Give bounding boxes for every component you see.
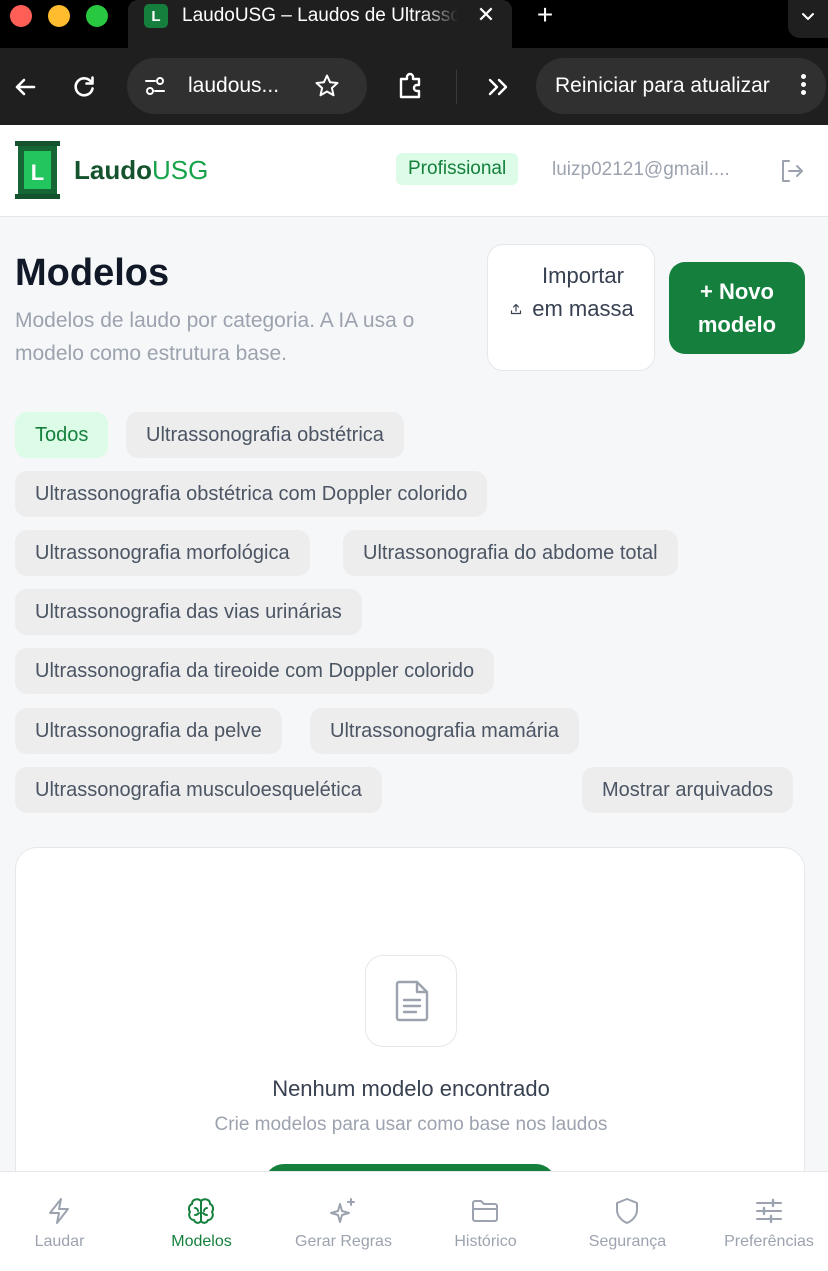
filter-chip-morfologica[interactable]: Ultrassonografia morfológica <box>15 530 310 576</box>
chevron-double-right-icon[interactable] <box>484 72 514 102</box>
nav-item-seguranca[interactable]: Segurança <box>568 1172 687 1271</box>
logout-icon[interactable] <box>778 157 806 185</box>
show-archived-toggle[interactable]: Mostrar arquivados <box>582 767 794 813</box>
document-icon <box>395 980 429 1022</box>
page-subtitle: Modelos de laudo por categoria. A IA usa… <box>15 309 415 365</box>
browser-tab-strip: L LaudoUSG – Laudos de Ultrassonografia … <box>0 0 828 48</box>
logo-wordmark[interactable]: LaudoUSG <box>74 155 208 185</box>
nav-label-historico: Histórico <box>454 1233 517 1250</box>
bookmark-star-icon[interactable] <box>314 73 340 99</box>
nav-item-historico[interactable]: Histórico <box>426 1172 545 1271</box>
filter-chip-obstetrica[interactable]: Ultrassonografia obstétrica <box>126 412 404 458</box>
browser-menu-icon[interactable] <box>799 74 807 98</box>
tab-close-icon[interactable]: ✕ <box>474 3 498 27</box>
logo-part1: Laudo <box>74 155 152 185</box>
toolbar-divider <box>456 70 457 104</box>
plan-badge: Profissional <box>396 153 519 185</box>
upload-icon <box>510 303 522 315</box>
browser-toolbar: laudous... Reiniciar para atualizar <box>0 48 828 125</box>
tab-title: LaudoUSG – Laudos de Ultrassonografia <box>182 4 458 28</box>
nav-item-laudar[interactable]: Laudar <box>0 1172 119 1271</box>
new-tab-button[interactable]: + <box>532 1 558 29</box>
nav-label-modelos: Modelos <box>171 1233 232 1250</box>
app-header: L LaudoUSG Profissional luizp02121@gmail… <box>0 125 828 217</box>
address-bar[interactable]: laudous... <box>127 58 367 114</box>
user-email: luizp02121@gmail.... <box>552 159 730 180</box>
filter-chip-tireoide-doppler[interactable]: Ultrassonografia da tireoide com Doppler… <box>15 648 495 694</box>
empty-state-subtitle: Crie modelos para usar como base nos lau… <box>214 1114 608 1135</box>
logo-part2: USG <box>152 155 209 185</box>
empty-state-title: Nenhum modelo encontrado <box>272 1076 550 1101</box>
shield-icon <box>616 1198 638 1224</box>
nav-label-laudar: Laudar <box>34 1233 85 1250</box>
import-bulk-button[interactable]: Importar em massa <box>487 244 655 371</box>
site-settings-icon[interactable] <box>143 74 167 98</box>
tab-search-button[interactable] <box>788 0 828 38</box>
bottom-navigation: Laudar Modelos Gerar Regras Histórico Se… <box>0 1171 828 1271</box>
filter-chip-todos[interactable]: Todos <box>15 412 109 458</box>
filter-chip-pelve[interactable]: Ultrassonografia da pelve <box>15 708 282 754</box>
chevron-down-icon <box>802 13 814 20</box>
update-browser-button[interactable]: Reiniciar para atualizar <box>536 58 826 114</box>
back-arrow-icon[interactable] <box>10 72 40 102</box>
logo-icon[interactable]: L <box>15 141 60 199</box>
extensions-puzzle-icon[interactable] <box>396 70 426 100</box>
filter-chip-mamaria[interactable]: Ultrassonografia mamária <box>310 708 579 754</box>
nav-label-seguranca: Segurança <box>588 1233 667 1250</box>
empty-state-icon-box <box>365 955 457 1047</box>
nav-item-preferencias[interactable]: Preferências <box>710 1172 828 1271</box>
brain-icon <box>187 1198 215 1224</box>
import-bulk-label: Importar em massa <box>532 263 634 321</box>
filter-chip-vias-urinarias[interactable]: Ultrassonografia das vias urinárias <box>15 589 362 635</box>
nav-item-gerar-regras[interactable]: Gerar Regras <box>284 1172 403 1271</box>
sliders-icon <box>756 1198 782 1224</box>
filter-chip-abdome-total[interactable]: Ultrassonografia do abdome total <box>343 530 678 576</box>
filter-chip-obstetrica-doppler[interactable]: Ultrassonografia obstétrica com Doppler … <box>15 471 488 517</box>
window-close-button[interactable] <box>10 5 32 27</box>
logo-letter: L <box>31 160 44 185</box>
filter-chip-musculoesqueletica[interactable]: Ultrassonografia musculoesquelética <box>15 767 382 813</box>
lightning-icon <box>49 1198 69 1224</box>
sparkles-icon <box>330 1198 355 1223</box>
window-zoom-button[interactable] <box>86 5 108 27</box>
reload-icon[interactable] <box>69 72 99 102</box>
update-button-label: Reiniciar para atualizar <box>555 74 770 97</box>
new-model-button[interactable]: + Novo modelo <box>669 262 805 354</box>
nav-item-modelos[interactable]: Modelos <box>142 1172 261 1271</box>
page-title: Modelos <box>15 252 170 294</box>
folder-icon <box>472 1200 498 1222</box>
tab-favicon: L <box>144 4 168 28</box>
address-text: laudous... <box>188 74 280 97</box>
nav-label-gerar-regras: Gerar Regras <box>295 1233 392 1250</box>
nav-label-preferencias: Preferências <box>724 1233 814 1250</box>
window-minimize-button[interactable] <box>48 5 70 27</box>
browser-tab-active[interactable]: L LaudoUSG – Laudos de Ultrassonografia … <box>128 0 512 48</box>
